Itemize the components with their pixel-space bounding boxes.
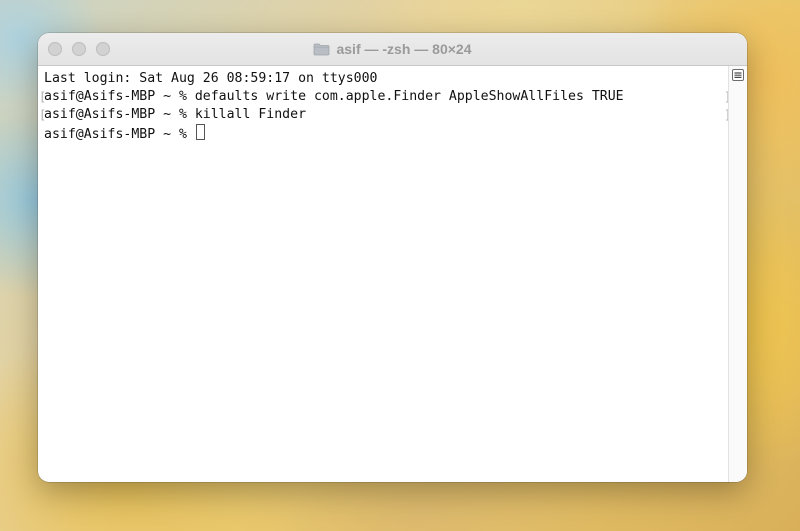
terminal-line-text: Last login: Sat Aug 26 08:59:17 on ttys0… xyxy=(44,71,378,86)
vertical-scrollbar[interactable] xyxy=(728,66,747,482)
title-bar[interactable]: asif — -zsh — 80×24 xyxy=(38,33,747,66)
terminal-line: Last login: Sat Aug 26 08:59:17 on ttys0… xyxy=(44,70,724,88)
line-mark-left: [ xyxy=(39,108,47,122)
terminal-text-area[interactable]: Last login: Sat Aug 26 08:59:17 on ttys0… xyxy=(39,70,731,142)
marks-icon[interactable] xyxy=(730,67,746,83)
terminal-prompt-line: asif@Asifs-MBP ~ % xyxy=(44,124,724,142)
terminal-line: [asif@Asifs-MBP ~ % killall Finder] xyxy=(39,106,731,124)
text-cursor xyxy=(195,124,205,140)
terminal-line-text: asif@Asifs-MBP ~ % defaults write com.ap… xyxy=(44,89,624,104)
window-title: asif — -zsh — 80×24 xyxy=(336,41,472,57)
terminal-content[interactable]: Last login: Sat Aug 26 08:59:17 on ttys0… xyxy=(38,66,747,482)
window-title-group: asif — -zsh — 80×24 xyxy=(38,33,747,65)
terminal-window: asif — -zsh — 80×24 Last login: Sat Aug … xyxy=(38,33,747,482)
terminal-line-text: asif@Asifs-MBP ~ % xyxy=(44,127,195,142)
terminal-line-text: asif@Asifs-MBP ~ % killall Finder xyxy=(44,107,307,122)
folder-icon xyxy=(313,43,330,56)
terminal-line: [asif@Asifs-MBP ~ % defaults write com.a… xyxy=(39,88,731,106)
line-mark-left: [ xyxy=(39,90,47,104)
